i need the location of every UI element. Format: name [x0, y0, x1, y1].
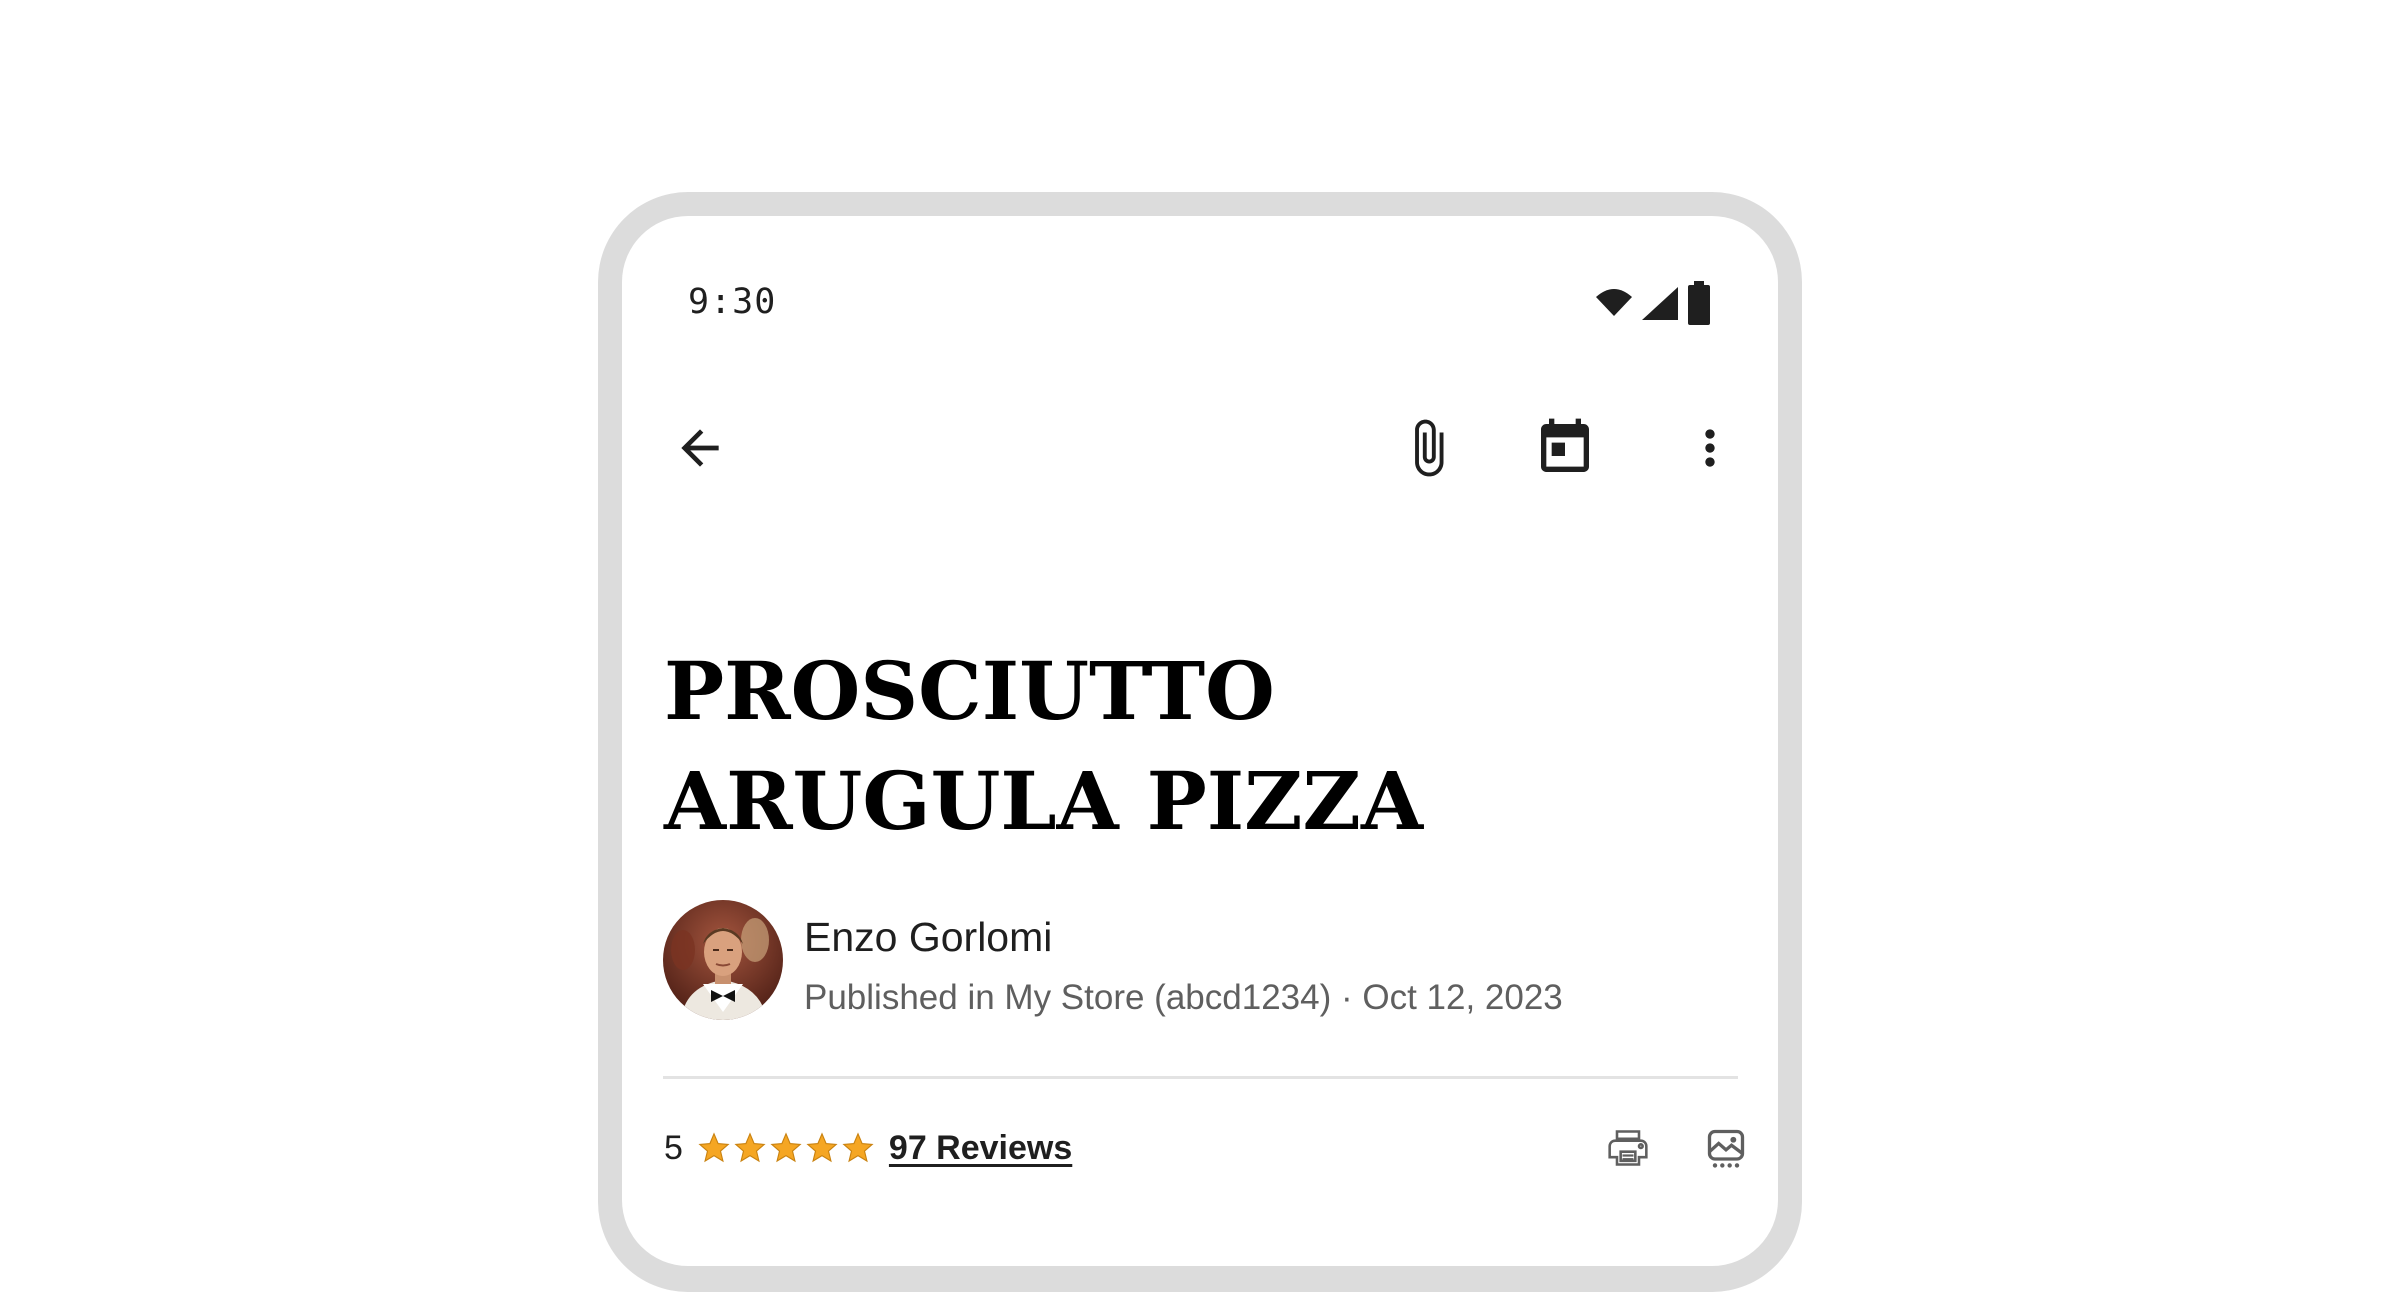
- cellular-signal-icon: [1640, 283, 1680, 323]
- image-icon: [1704, 1126, 1748, 1175]
- print-icon: [1606, 1126, 1650, 1175]
- print-button[interactable]: [1600, 1122, 1656, 1178]
- image-button[interactable]: [1698, 1122, 1754, 1178]
- attachment-icon: [1397, 417, 1459, 479]
- calendar-button[interactable]: [1529, 412, 1601, 484]
- wifi-icon: [1594, 283, 1634, 323]
- divider: [663, 1076, 1738, 1079]
- star-icon: [698, 1132, 730, 1163]
- status-icons: [1594, 280, 1712, 326]
- author-avatar[interactable]: [663, 900, 783, 1020]
- rating-row: 5 97 Reviews: [664, 1120, 1072, 1176]
- publish-byline: Published in My Store (abcd1234) · Oct 1…: [804, 978, 1563, 1017]
- star-icon: [806, 1132, 838, 1163]
- more-options-button[interactable]: [1674, 412, 1746, 484]
- rating-value: 5: [664, 1128, 683, 1167]
- status-time: 9:30: [688, 282, 777, 322]
- star-icon: [842, 1132, 874, 1163]
- reviews-link[interactable]: 97 Reviews: [889, 1129, 1072, 1168]
- more-vert-icon: [1682, 420, 1738, 476]
- attach-button[interactable]: [1392, 412, 1464, 484]
- arrow-back-icon: [672, 420, 728, 476]
- back-button[interactable]: [664, 412, 736, 484]
- battery-icon: [1686, 281, 1712, 325]
- author-name[interactable]: Enzo Gorlomi: [804, 914, 1052, 961]
- calendar-icon: [1533, 416, 1597, 480]
- star-icon: [734, 1132, 766, 1163]
- phone-screen: 9:30 PROSCIUTTO ARUGULA PIZZA Enzo Gorlo…: [622, 216, 1778, 1266]
- star-rating: [697, 1131, 875, 1165]
- article-title: PROSCIUTTO ARUGULA PIZZA: [664, 644, 1424, 848]
- star-icon: [770, 1132, 802, 1163]
